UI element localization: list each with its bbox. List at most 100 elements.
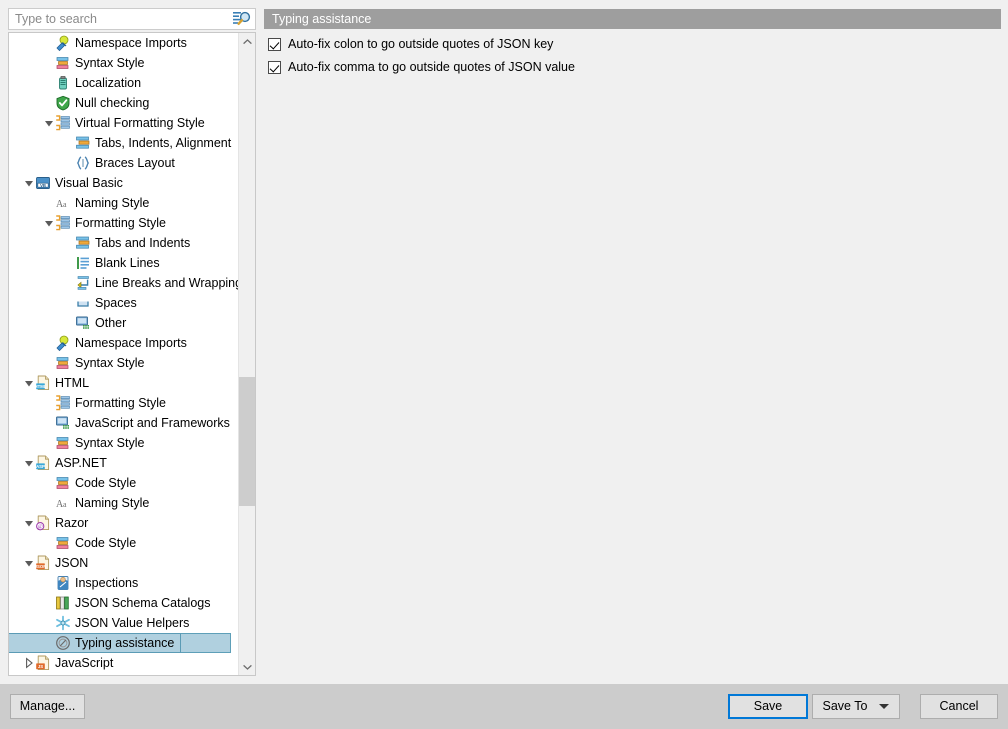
expander-spacer [43,353,55,373]
typing-assistance-icon [55,635,71,651]
manage-button[interactable]: Manage... [10,694,85,719]
expander-spacer [43,633,55,653]
syntax-style-icon [55,55,71,71]
expander-spacer [63,133,75,153]
tree-item-spaces[interactable]: Spaces [9,293,239,313]
tree-item-json-schema-catalogs[interactable]: JSON Schema Catalogs [9,593,239,613]
tree-item-label: JSON Schema Catalogs [75,593,210,613]
scroll-up-button[interactable] [239,33,255,50]
tree-item-braces-layout[interactable]: Braces Layout [9,153,239,173]
tree-item-label: Namespace Imports [75,333,187,353]
tree-item-label: Virtual Formatting Style [75,113,205,133]
tree-item-tabs-and-indents[interactable]: Tabs and Indents [9,233,239,253]
expander-spacer [43,53,55,73]
tree-item-namespace-imports[interactable]: Namespace Imports [9,33,239,53]
caret-down-icon [879,704,889,709]
svg-text:VB: VB [40,183,46,188]
expander-spacer [43,73,55,93]
expander-spacer [43,573,55,593]
tree-item-formatting-style[interactable]: Formatting Style [9,213,239,233]
cancel-button[interactable]: Cancel [920,694,998,719]
tree-item-visual-basic[interactable]: VBVisual Basic [9,173,239,193]
page-title: Typing assistance [264,9,1001,29]
tabs-indents-icon [75,235,91,251]
tree-item-virtual-formatting-style[interactable]: Virtual Formatting Style [9,113,239,133]
tree-item-label: JSON Value Helpers [75,613,189,633]
syntax-style-icon [55,535,71,551]
tree-item-syntax-style[interactable]: Syntax Style [9,433,239,453]
tree-item-label: Naming Style [75,493,149,513]
syntax-style-icon [55,435,71,451]
scrollbar-thumb[interactable] [239,377,255,506]
tree-item-syntax-style[interactable]: Syntax Style [9,53,239,73]
expander-open-icon[interactable] [43,113,55,133]
tree-item-asp-net[interactable]: ASPASP.NET [9,453,239,473]
tree-item-javascript-and-frameworks[interactable]: JavaScript and Frameworks [9,413,239,433]
tree-item-blank-lines[interactable]: Blank Lines [9,253,239,273]
settings-detail-panel: Typing assistance Auto-fix colon to go o… [264,9,1001,676]
search-input[interactable] [9,10,232,28]
tree-item-localization[interactable]: Localization [9,73,239,93]
tree-item-formatting-style[interactable]: Formatting Style [9,393,239,413]
settings-tree[interactable]: Namespace ImportsSyntax StyleLocalizatio… [8,32,256,676]
tree-item-other[interactable]: Other [9,313,239,333]
naming-style-icon: Aa [55,195,71,211]
tree-item-javascript[interactable]: JSJavaScript [9,653,239,673]
expander-spacer [43,473,55,493]
null-checking-icon [55,95,71,111]
search-box[interactable] [8,8,256,30]
expander-spacer [43,493,55,513]
tree-item-line-breaks-and-wrapping[interactable]: Line Breaks and Wrapping [9,273,239,293]
tree-item-syntax-style[interactable]: Syntax Style [9,353,239,373]
checkbox-auto-fix-comma[interactable] [268,61,281,74]
tree-item-json[interactable]: JSONJSON [9,553,239,573]
tree-item-code-style[interactable]: Code Style [9,533,239,553]
expander-spacer [43,593,55,613]
tree-item-typing-assistance[interactable]: Typing assistance [9,633,239,653]
expander-open-icon[interactable] [23,513,35,533]
save-to-button[interactable]: Save To [812,694,900,719]
scroll-down-button[interactable] [239,658,255,675]
expander-open-icon[interactable] [23,453,35,473]
tree-item-null-checking[interactable]: Null checking [9,93,239,113]
expander-open-icon[interactable] [23,373,35,393]
tree-item-json-value-helpers[interactable]: JSON Value Helpers [9,613,239,633]
expander-open-icon[interactable] [23,553,35,573]
tree-item-razor[interactable]: @Razor [9,513,239,533]
tree-item-label: Localization [75,73,141,93]
tree-item-namespace-imports[interactable]: Namespace Imports [9,333,239,353]
expander-closed-icon[interactable] [23,653,35,673]
option-row-auto-fix-comma[interactable]: Auto-fix comma to go outside quotes of J… [268,57,575,77]
save-button[interactable]: Save [728,694,808,719]
checkbox-auto-fix-colon[interactable] [268,38,281,51]
tree-item-code-style[interactable]: Code Style [9,473,239,493]
option-label: Auto-fix colon to go outside quotes of J… [288,37,553,51]
tree-item-inspections[interactable]: Inspections [9,573,239,593]
expander-spacer [63,293,75,313]
expander-spacer [43,393,55,413]
expander-spacer [63,273,75,293]
other-icon [75,315,91,331]
tree-item-label: Braces Layout [95,153,175,173]
json-file-icon: JSON [35,555,51,571]
option-row-auto-fix-colon[interactable]: Auto-fix colon to go outside quotes of J… [268,34,553,54]
namespace-imports-icon [55,335,71,351]
naming-style-icon: Aa [55,495,71,511]
expander-open-icon[interactable] [23,173,35,193]
tree-item-naming-style[interactable]: AaNaming Style [9,193,239,213]
search-icon[interactable] [232,10,252,28]
tree-item-label: Formatting Style [75,213,166,233]
braces-layout-icon [75,155,91,171]
tree-item-tabs-indents-alignment[interactable]: Tabs, Indents, Alignment [9,133,239,153]
tree-item-label: JSON [55,553,88,573]
other-icon [55,415,71,431]
tree-vertical-scrollbar[interactable] [238,33,255,675]
value-helpers-icon [55,615,71,631]
expander-spacer [43,613,55,633]
tree-item-naming-style[interactable]: AaNaming Style [9,493,239,513]
tree-item-html[interactable]: HTMLHTML [9,373,239,393]
expander-open-icon[interactable] [43,213,55,233]
html-file-icon: HTML [35,375,51,391]
expander-spacer [63,153,75,173]
svg-text:ASP: ASP [36,464,45,469]
